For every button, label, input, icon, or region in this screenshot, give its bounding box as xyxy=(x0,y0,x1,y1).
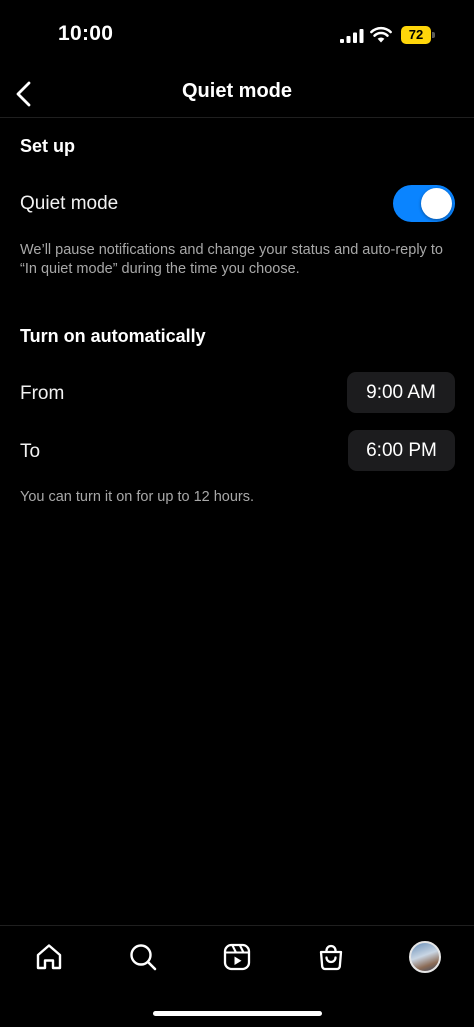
shop-icon xyxy=(319,944,343,971)
schedule-heading: Turn on automatically xyxy=(20,326,206,346)
from-label: From xyxy=(20,383,65,404)
setup-heading: Set up xyxy=(20,136,76,156)
to-label: To xyxy=(20,441,41,462)
quiet-mode-label: Quiet mode xyxy=(20,193,119,214)
home-indicator xyxy=(153,1011,322,1016)
tab-shop[interactable] xyxy=(314,940,348,974)
nav-header: Quiet mode xyxy=(0,70,474,118)
to-time-value: 6:00 PM xyxy=(366,439,437,461)
tab-reels[interactable] xyxy=(220,940,254,974)
battery-level: 72 xyxy=(401,26,431,44)
status-time: 10:00 xyxy=(58,22,114,45)
battery-icon: 72 xyxy=(401,26,435,44)
tab-search[interactable] xyxy=(126,940,160,974)
quiet-mode-toggle[interactable] xyxy=(393,185,455,222)
page-title: Quiet mode xyxy=(181,80,292,102)
schedule-note: You can turn it on for up to 12 hours. xyxy=(20,489,255,505)
cellular-signal-icon xyxy=(340,29,364,43)
search-icon xyxy=(130,944,157,971)
quiet-mode-description: We’ll pause notifications and change you… xyxy=(20,242,443,277)
from-time-picker[interactable]: 9:00 AM xyxy=(347,372,455,413)
profile-avatar xyxy=(409,941,441,973)
home-icon xyxy=(36,944,62,970)
from-time-value: 9:00 AM xyxy=(366,381,436,403)
tab-home[interactable] xyxy=(32,940,66,974)
tab-profile[interactable] xyxy=(408,940,442,974)
reels-icon xyxy=(223,943,251,971)
status-bar: 10:00 72 xyxy=(0,0,474,70)
toggle-knob xyxy=(421,188,452,219)
to-time-picker[interactable]: 6:00 PM xyxy=(348,430,455,471)
wifi-icon xyxy=(370,26,392,43)
